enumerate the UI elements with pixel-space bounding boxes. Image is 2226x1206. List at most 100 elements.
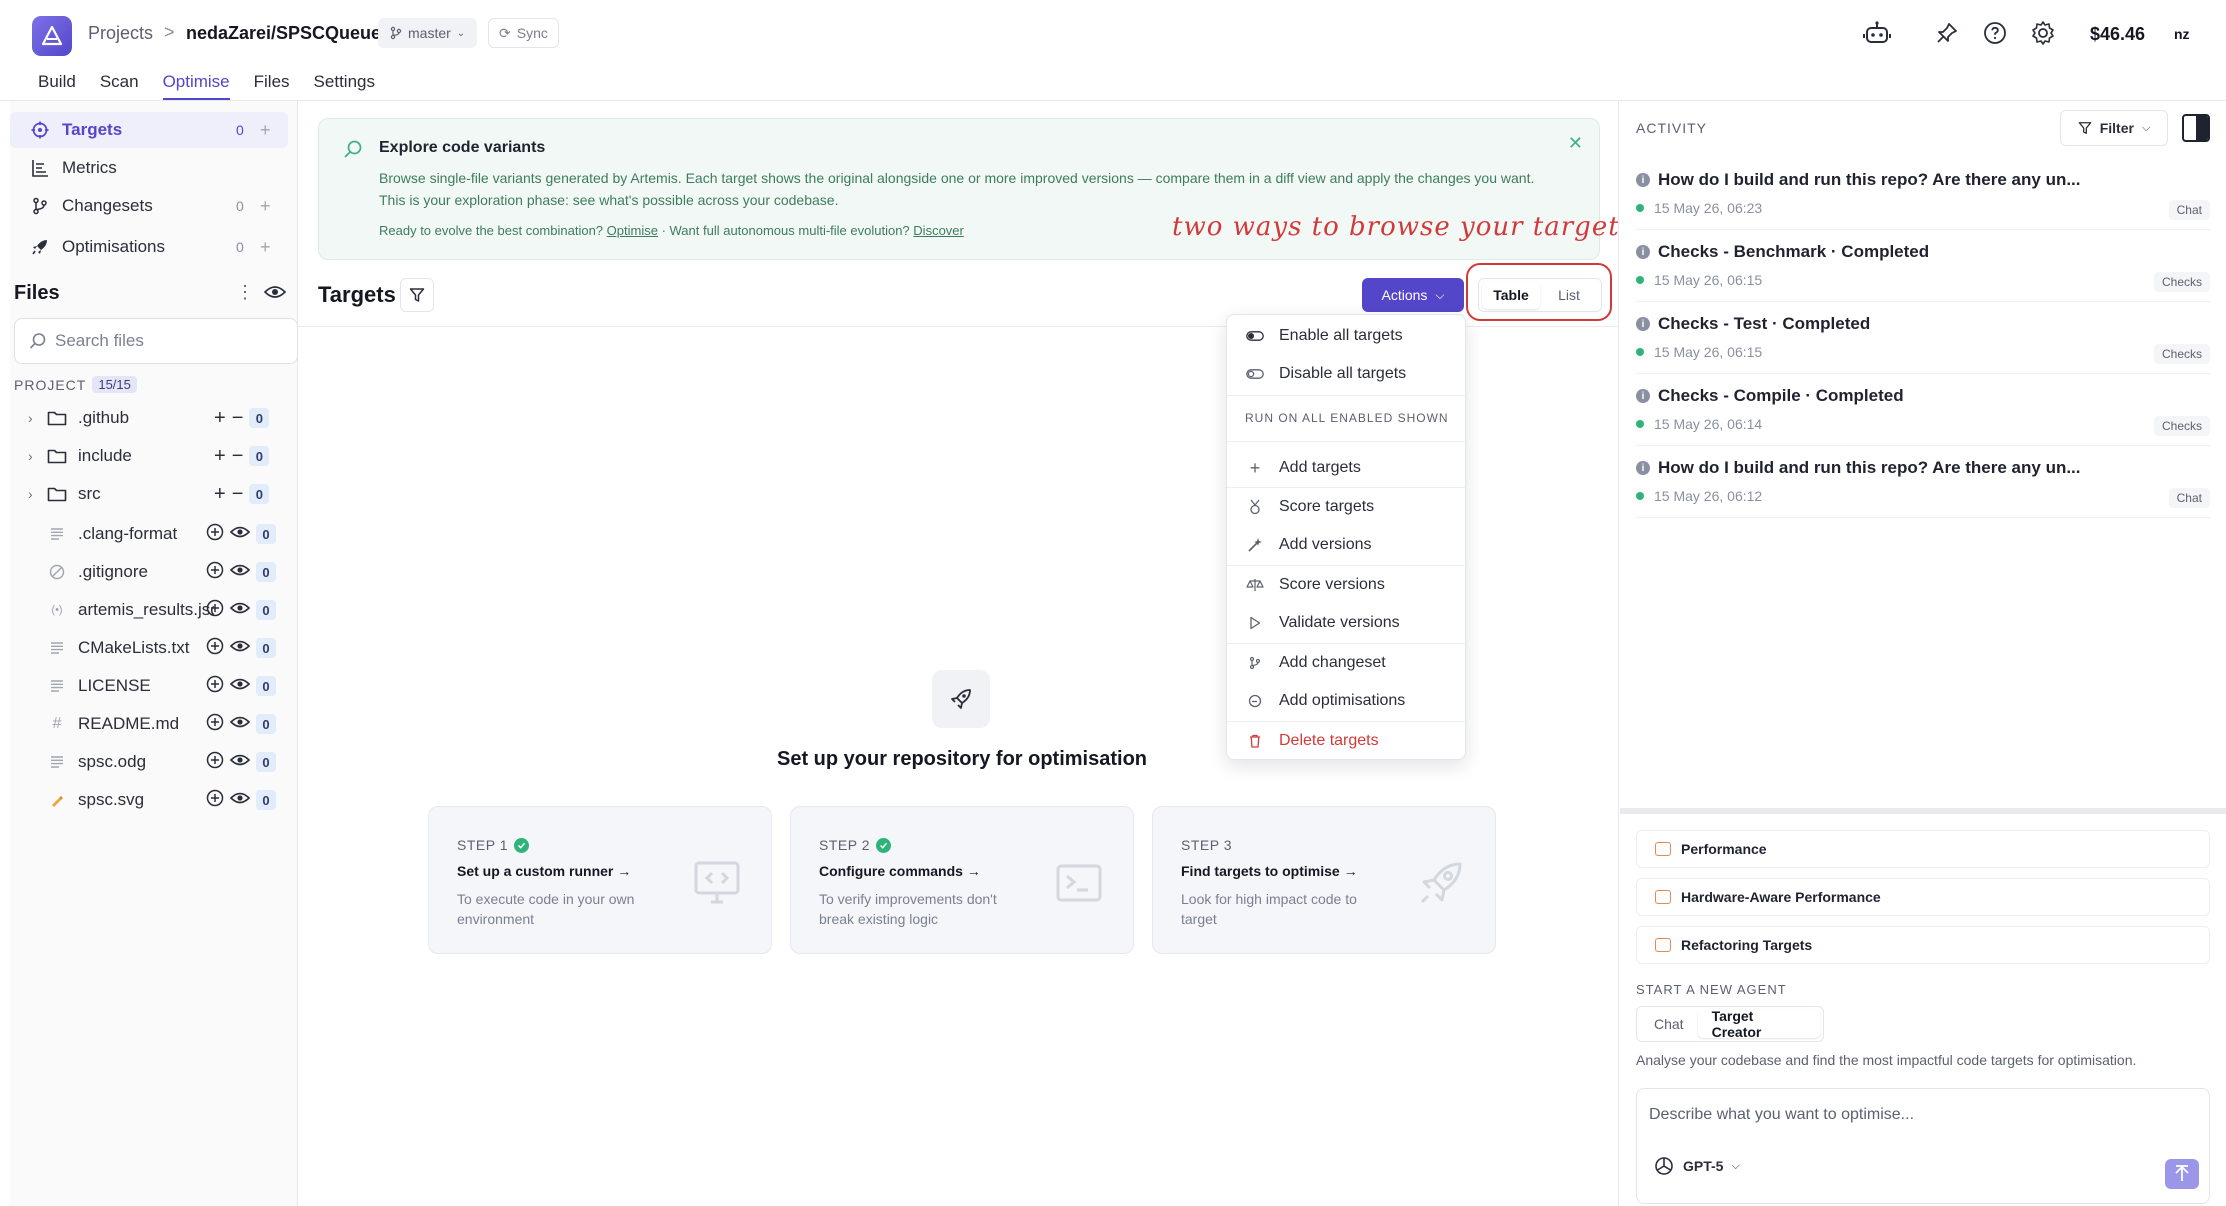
sidebar-item-metrics[interactable]: Metrics: [10, 150, 288, 186]
tab-chat[interactable]: Chat: [1640, 1010, 1698, 1038]
minus-icon[interactable]: −: [232, 445, 244, 468]
eye-icon[interactable]: [229, 790, 251, 810]
menu-item-add-changeset[interactable]: Add changeset: [1227, 644, 1467, 682]
eye-icon[interactable]: [229, 600, 251, 620]
add-target-button[interactable]: +: [260, 120, 271, 141]
agent-item-performance[interactable]: Performance: [1636, 830, 2210, 868]
tab-settings[interactable]: Settings: [314, 68, 375, 100]
step-card-find-targets[interactable]: STEP 3 Find targets to optimise → Look f…: [1152, 806, 1496, 954]
send-button[interactable]: [2165, 1159, 2199, 1189]
plus-icon[interactable]: +: [214, 445, 226, 468]
step-card-runner[interactable]: STEP 1 Set up a custom runner → To execu…: [428, 806, 772, 954]
prompt-input[interactable]: [1637, 1089, 2211, 1141]
tab-build[interactable]: Build: [38, 68, 76, 100]
optimise-link[interactable]: Optimise: [607, 223, 658, 238]
branch-selector[interactable]: master ⌄: [378, 18, 478, 48]
chevron-right-icon[interactable]: ›: [28, 448, 46, 464]
panel-resize-handle[interactable]: [1620, 808, 2226, 814]
avatar[interactable]: nz: [2174, 26, 2190, 42]
view-table-button[interactable]: Table: [1482, 281, 1540, 309]
discover-link[interactable]: Discover: [913, 223, 964, 238]
folder-row[interactable]: › .github + − 0: [14, 402, 298, 434]
activity-filter-button[interactable]: Filter ⌵: [2060, 110, 2168, 146]
actions-button[interactable]: Actions ⌵: [1362, 278, 1464, 312]
file-row[interactable]: LICENSE 0: [14, 670, 298, 702]
add-circle-icon[interactable]: [206, 789, 224, 812]
file-row[interactable]: spsc.svg 0: [14, 784, 298, 816]
eye-icon[interactable]: [229, 714, 251, 734]
app-logo[interactable]: [32, 16, 72, 56]
menu-item-validate-versions[interactable]: Validate versions: [1227, 604, 1467, 642]
add-circle-icon[interactable]: [206, 751, 224, 774]
breadcrumb-repo[interactable]: nedaZarei/SPSCQueue: [186, 23, 381, 44]
eye-icon[interactable]: [229, 562, 251, 582]
plus-icon[interactable]: +: [214, 407, 226, 430]
sidebar-item-changesets[interactable]: Changesets 0 +: [10, 188, 288, 224]
add-circle-icon[interactable]: [206, 561, 224, 584]
file-row[interactable]: spsc.odg 0: [14, 746, 298, 778]
gear-icon[interactable]: [2028, 18, 2058, 48]
view-list-button[interactable]: List: [1540, 281, 1598, 309]
filter-button[interactable]: [400, 278, 434, 312]
add-changeset-button[interactable]: +: [260, 196, 271, 217]
chevron-right-icon[interactable]: ›: [28, 486, 46, 502]
sidebar-item-optimisations[interactable]: Optimisations 0 +: [10, 229, 288, 265]
menu-item-score-targets[interactable]: Score targets: [1227, 488, 1467, 526]
activity-item[interactable]: i How do I build and run this repo? Are t…: [1636, 164, 2210, 230]
add-circle-icon[interactable]: [206, 675, 224, 698]
activity-item[interactable]: i Checks - Test · Completed 15 May 26, 06…: [1636, 308, 2210, 374]
eye-icon[interactable]: [263, 284, 287, 305]
menu-item-disable-all[interactable]: Disable all targets: [1227, 355, 1467, 393]
menu-item-enable-all[interactable]: Enable all targets: [1227, 317, 1467, 355]
file-row[interactable]: # README.md 0: [14, 708, 298, 740]
menu-item-add-optimisations[interactable]: Add optimisations: [1227, 682, 1467, 720]
model-selector[interactable]: GPT-5 ⌵: [1653, 1155, 1740, 1177]
add-circle-icon[interactable]: [206, 523, 224, 546]
sync-button[interactable]: ⟳ Sync: [488, 18, 559, 48]
add-circle-icon[interactable]: [206, 713, 224, 736]
close-icon[interactable]: ✕: [1568, 133, 1583, 154]
plus-icon[interactable]: +: [214, 483, 226, 506]
folder-row[interactable]: › include + − 0: [14, 440, 298, 472]
chevron-right-icon[interactable]: ›: [28, 410, 46, 426]
more-options-icon[interactable]: ⋮: [236, 282, 254, 303]
sidebar-item-targets[interactable]: Targets 0 +: [10, 112, 288, 148]
file-row[interactable]: .gitignore 0: [14, 556, 298, 588]
add-optimisation-button[interactable]: +: [260, 237, 271, 258]
folder-row[interactable]: › src + − 0: [14, 478, 298, 510]
activity-item[interactable]: i How do I build and run this repo? Are t…: [1636, 452, 2210, 518]
credit-balance[interactable]: $46.46: [2090, 24, 2145, 45]
panel-toggle-icon[interactable]: [2182, 114, 2210, 142]
minus-icon[interactable]: −: [232, 407, 244, 430]
eye-icon[interactable]: [229, 676, 251, 696]
eye-icon[interactable]: [229, 752, 251, 772]
robot-icon[interactable]: [1862, 18, 1892, 48]
step-card-commands[interactable]: STEP 2 Configure commands → To verify im…: [790, 806, 1134, 954]
pin-icon[interactable]: [1932, 18, 1962, 48]
agent-item-refactoring[interactable]: Refactoring Targets: [1636, 926, 2210, 964]
eye-icon[interactable]: [229, 638, 251, 658]
file-row[interactable]: CMakeLists.txt 0: [14, 632, 298, 664]
help-icon[interactable]: [1980, 18, 2010, 48]
menu-item-delete-targets[interactable]: Delete targets: [1227, 722, 1467, 760]
tab-target-creator[interactable]: Target Creator: [1697, 1008, 1820, 1040]
tab-optimise[interactable]: Optimise: [162, 68, 230, 100]
menu-item-add-targets[interactable]: + Add targets: [1227, 449, 1467, 487]
tab-files[interactable]: Files: [254, 68, 290, 100]
activity-item[interactable]: i Checks - Benchmark · Completed 15 May 2…: [1636, 236, 2210, 302]
menu-item-add-versions[interactable]: Add versions: [1227, 526, 1467, 564]
search-input[interactable]: Search files: [55, 331, 144, 351]
step-description: To execute code in your own environment: [457, 891, 635, 927]
tab-scan[interactable]: Scan: [100, 68, 139, 100]
eye-icon[interactable]: [229, 524, 251, 544]
breadcrumb-projects[interactable]: Projects: [88, 23, 153, 44]
add-circle-icon[interactable]: [206, 637, 224, 660]
activity-item[interactable]: i Checks - Compile · Completed 15 May 26,…: [1636, 380, 2210, 446]
file-row[interactable]: (•) artemis_results.json 0: [14, 594, 298, 626]
file-row[interactable]: .clang-format 0: [14, 518, 298, 550]
minus-icon[interactable]: −: [232, 483, 244, 506]
file-search[interactable]: Search files: [14, 318, 298, 364]
add-circle-icon[interactable]: [206, 599, 224, 622]
menu-item-score-versions[interactable]: Score versions: [1227, 566, 1467, 604]
agent-item-hardware-aware[interactable]: Hardware-Aware Performance: [1636, 878, 2210, 916]
